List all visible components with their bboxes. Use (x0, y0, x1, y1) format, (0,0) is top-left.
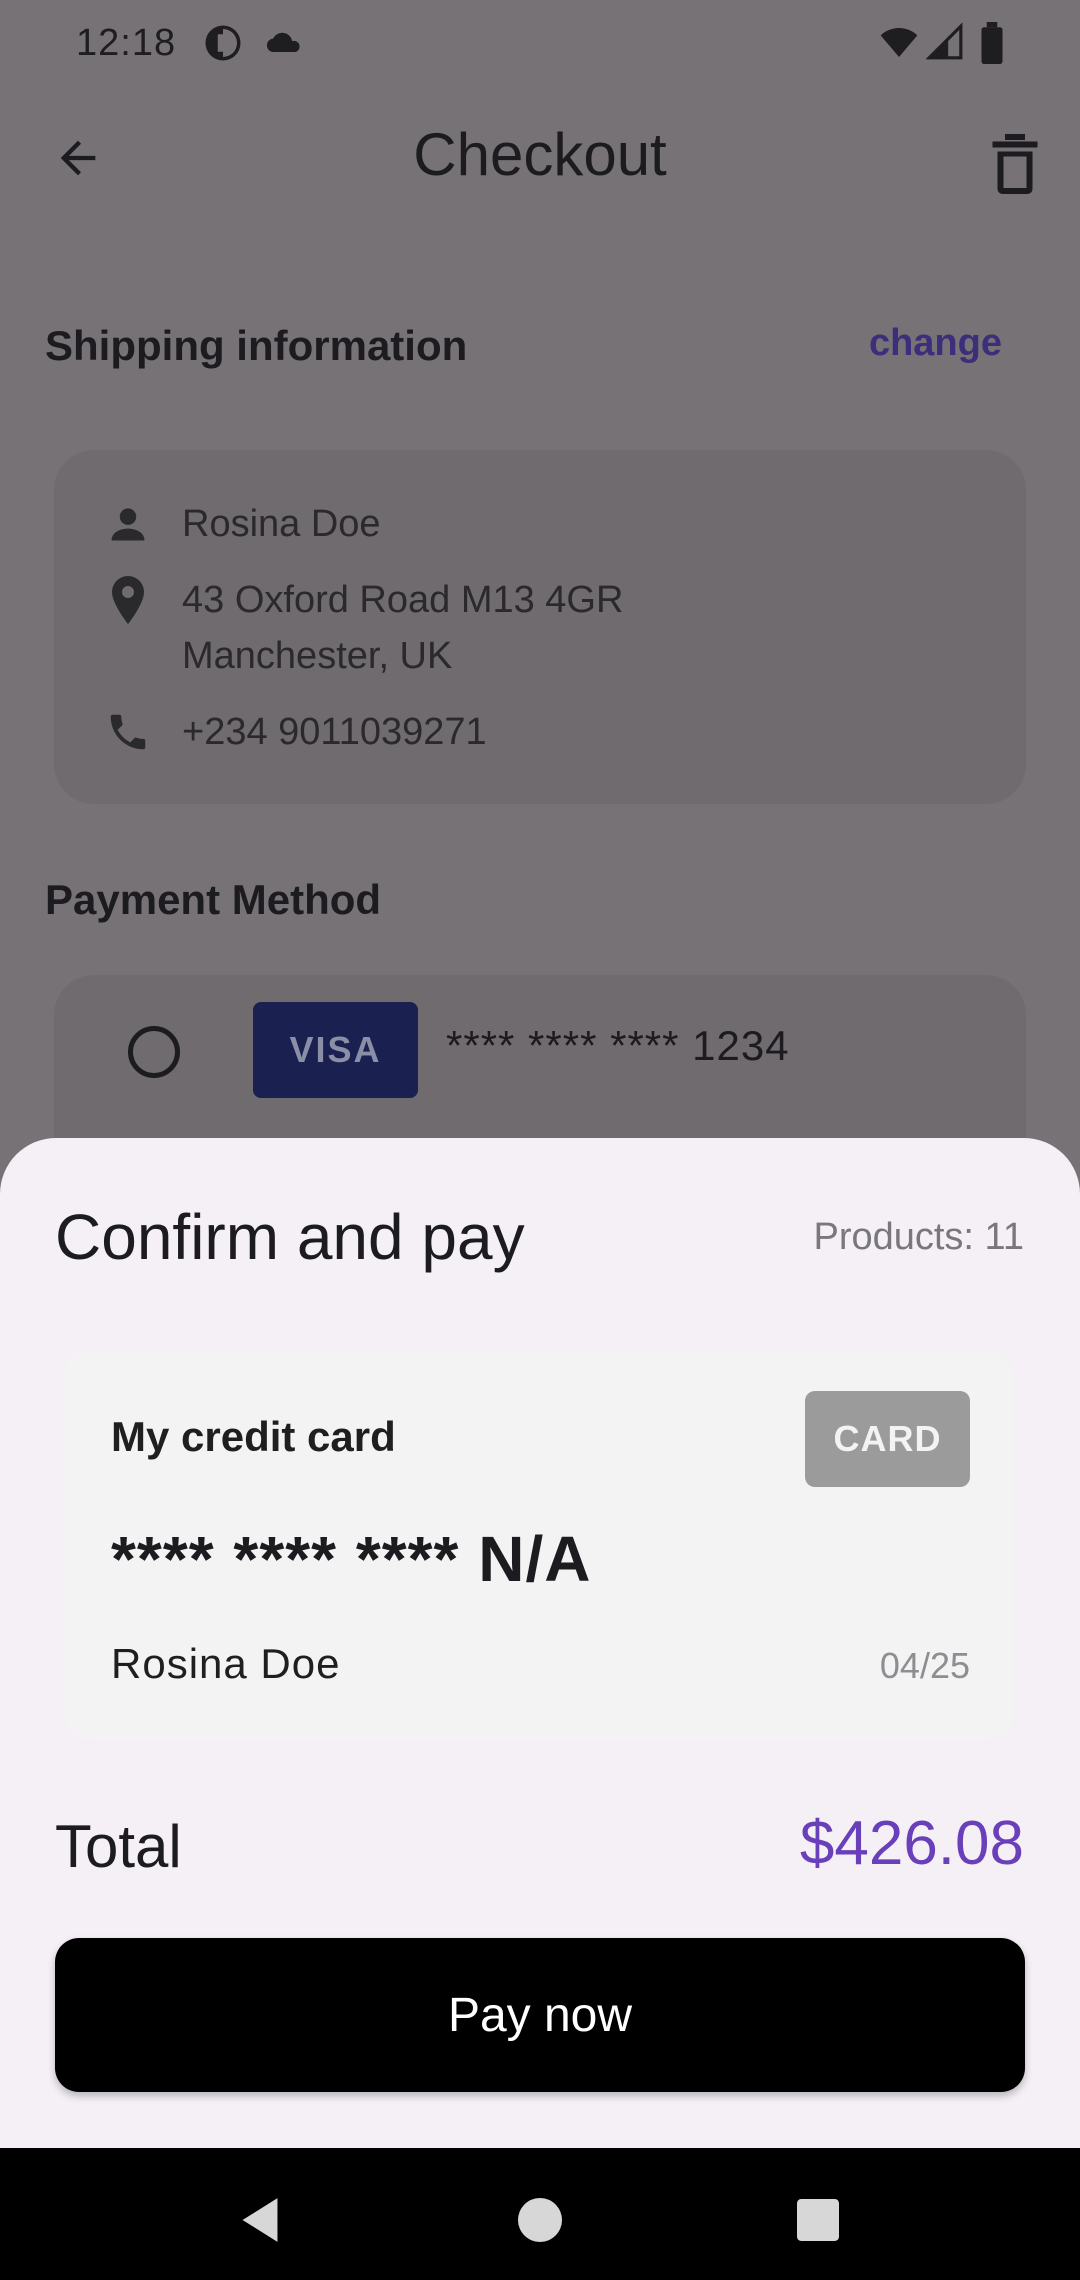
shipping-phone-row: +234 9011039271 (100, 704, 487, 760)
shipping-name-row: Rosina Doe (100, 496, 381, 552)
pay-now-button[interactable]: Pay now (55, 1938, 1025, 2092)
shipping-name: Rosina Doe (182, 503, 381, 545)
phone-icon (100, 704, 156, 760)
status-bar: 12:18 (0, 0, 1080, 88)
masked-card-number: **** **** **** 1234 (446, 1022, 790, 1069)
nav-back-button[interactable] (230, 2190, 290, 2250)
shipping-phone: +234 9011039271 (182, 711, 487, 753)
nav-home-icon (518, 2198, 562, 2242)
nav-recents-button[interactable] (788, 2190, 848, 2250)
credit-card-number: **** **** **** N/A (111, 1523, 592, 1595)
credit-card-label: My credit card (111, 1413, 396, 1460)
payment-radio[interactable] (128, 1026, 180, 1078)
visa-badge: VISA (253, 1002, 418, 1098)
address-line-2: Manchester, UK (182, 635, 453, 677)
person-icon (100, 496, 156, 552)
wifi-icon (880, 28, 918, 57)
change-shipping-link[interactable]: change (869, 322, 1002, 365)
cloud-icon (266, 32, 300, 53)
trash-icon (992, 134, 1038, 194)
status-time: 12:18 (76, 22, 177, 64)
delete-button[interactable] (975, 124, 1055, 204)
location-pin-icon (100, 572, 156, 628)
total-label: Total (55, 1813, 182, 1880)
battery-icon (981, 22, 1003, 64)
nav-recents-icon (797, 2199, 839, 2241)
nav-back-icon (242, 2198, 278, 2242)
sheet-title: Confirm and pay (55, 1201, 525, 1273)
shipping-address-row: 43 Oxford Road M13 4GR Manchester, UK (100, 572, 623, 684)
products-count: Products: 11 (813, 1216, 1024, 1258)
card-expiry: 04/25 (879, 1645, 970, 1686)
payment-section-label: Payment Method (45, 876, 382, 923)
app-notification-icon (205, 25, 241, 61)
address-line-1: 43 Oxford Road M13 4GR (182, 579, 624, 621)
page-title: Checkout (413, 121, 667, 188)
shipping-section-label: Shipping information (45, 322, 468, 369)
shipping-address: 43 Oxford Road M13 4GR Manchester, UK (182, 572, 623, 684)
total-amount: $426.08 (799, 1809, 1024, 1878)
cell-signal-icon (926, 22, 963, 60)
card-type-badge: CARD (805, 1391, 970, 1487)
card-holder-name: Rosina Doe (111, 1640, 341, 1687)
nav-home-button[interactable] (510, 2190, 570, 2250)
